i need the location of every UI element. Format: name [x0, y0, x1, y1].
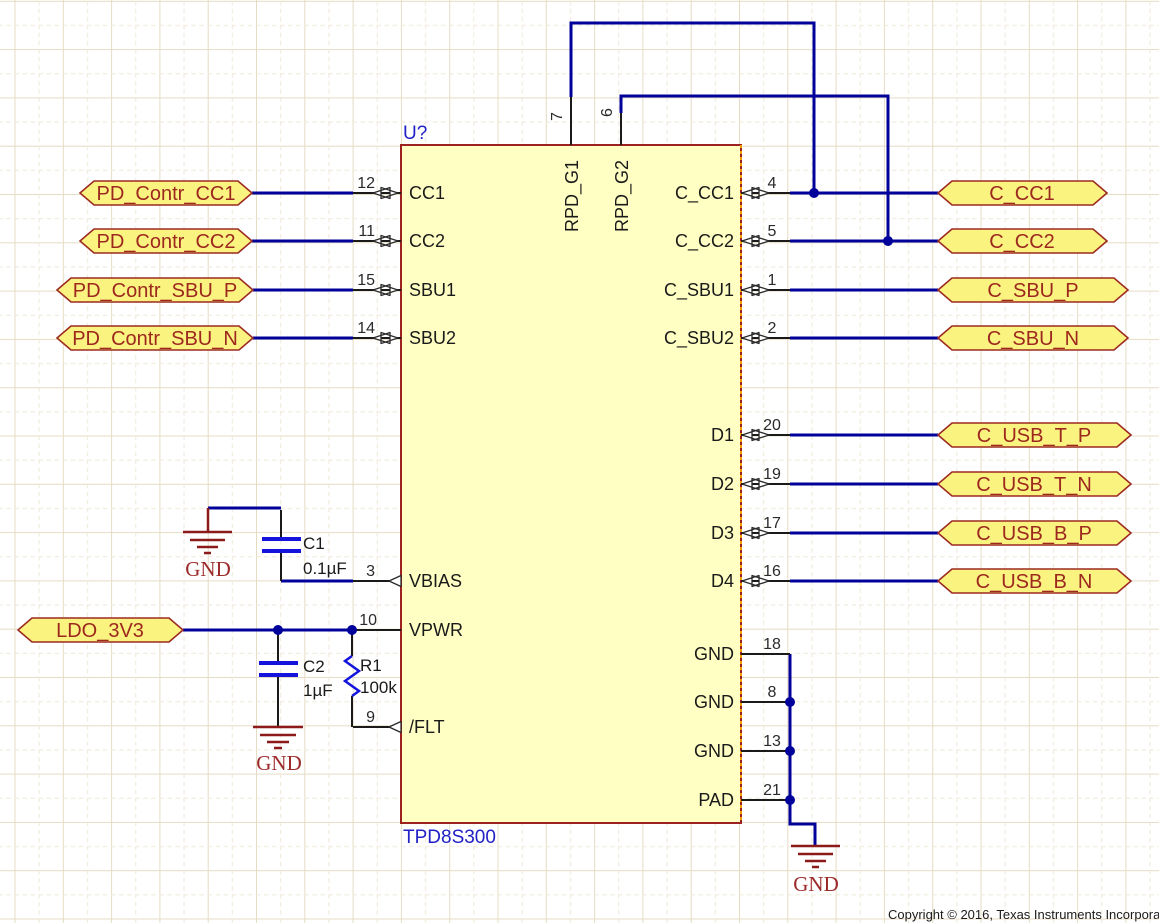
pin-name-label: VBIAS: [409, 571, 462, 591]
pin-number-label: 5: [768, 223, 777, 240]
pin-number-label: 3: [366, 563, 375, 580]
pin-name-label: D4: [711, 571, 734, 591]
copyright-notice: Copyright © 2016, Texas Instruments Inco…: [888, 907, 1159, 922]
pin-number-label: 6: [599, 108, 616, 117]
ground-label: GND: [185, 557, 231, 581]
port-label: C_USB_T_N: [976, 474, 1092, 496]
pin-number-label: 7: [549, 112, 566, 121]
junction-dot: [785, 795, 795, 805]
port-label: C_USB_B_N: [976, 571, 1093, 593]
port-flag-ldo-3v3: LDO_3V3: [18, 618, 183, 642]
ground-label: GND: [793, 872, 839, 896]
component-designator: C1: [303, 534, 325, 553]
port-flag-pd-contr-sbu-n: PD_Contr_SBU_N: [57, 326, 253, 350]
pin-number-label: 21: [763, 782, 781, 799]
pin-number-label: 1: [768, 272, 777, 289]
port-label: C_CC2: [989, 231, 1055, 253]
ic-part-number: TPD8S300: [403, 827, 496, 848]
junction-dot: [785, 697, 795, 707]
component-value: 1µF: [303, 681, 333, 700]
port-label: PD_Contr_CC2: [97, 231, 236, 253]
port-flag-c-sbu-n: C_SBU_N: [938, 326, 1128, 350]
port-flag-pd-contr-cc2: PD_Contr_CC2: [80, 229, 252, 253]
pin-number-label: 10: [359, 612, 377, 629]
port-label: PD_Contr_SBU_P: [73, 280, 238, 302]
gnd-symbol-c2: GND: [253, 727, 303, 775]
pin-name-label: C_CC1: [675, 183, 734, 204]
port-flag-pd-contr-sbu-p: PD_Contr_SBU_P: [57, 278, 253, 302]
port-label: LDO_3V3: [56, 620, 144, 642]
pin-number-label: 18: [763, 636, 781, 653]
pin-name-label: RPD_G1: [562, 160, 583, 232]
component-value: 0.1µF: [303, 559, 347, 578]
port-label: PD_Contr_CC1: [97, 183, 236, 205]
pin-number-label: 17: [763, 515, 781, 532]
port-label: C_SBU_N: [987, 328, 1079, 350]
port-label: C_CC1: [989, 183, 1055, 205]
pin-name-label: VPWR: [409, 620, 463, 640]
pin-number-label: 8: [768, 684, 777, 701]
pin-name-label: C_SBU2: [664, 328, 734, 349]
pin-number-label: 14: [357, 320, 375, 337]
port-label: C_SBU_P: [987, 280, 1078, 302]
port-flag-pd-contr-cc1: PD_Contr_CC1: [80, 181, 252, 205]
junction-dot: [809, 188, 819, 198]
pin-name-label: SBU2: [409, 328, 456, 348]
pin-name-label: C_SBU1: [664, 280, 734, 301]
pin-number-label: 11: [358, 223, 375, 240]
pin-number-label: 4: [768, 175, 777, 192]
pin-name-label: D2: [711, 474, 734, 494]
pin-name-label: GND: [694, 741, 734, 761]
pin-number-label: 19: [763, 466, 781, 483]
pin-name-label: CC2: [409, 231, 445, 251]
component-designator: R1: [360, 656, 382, 675]
pin-number-label: 16: [763, 563, 781, 580]
port-label: C_USB_B_P: [976, 523, 1092, 545]
pin-number-label: 2: [768, 320, 777, 337]
port-flag-c-usb-t-n: C_USB_T_N: [938, 472, 1131, 496]
ic-designator: U?: [403, 123, 427, 144]
pin-name-label: /FLT: [409, 717, 445, 737]
pin-number-label: 15: [357, 272, 375, 289]
schematic-canvas: U? TPD8S300 CC1 12 CC2 11 SBU1 15 SBU2 1…: [0, 0, 1159, 923]
junction-dot: [785, 746, 795, 756]
pin-name-label: RPD_G2: [612, 160, 633, 232]
pin-name-label: D3: [711, 523, 734, 543]
pin-name-label: PAD: [698, 790, 734, 810]
component-value: 100k: [360, 678, 397, 697]
component-designator: C2: [303, 657, 325, 676]
pin-name-label: C_CC2: [675, 231, 734, 252]
port-flag-c-usb-t-p: C_USB_T_P: [938, 423, 1131, 447]
pin-name-label: GND: [694, 644, 734, 664]
pin-name-label: GND: [694, 692, 734, 712]
pin-number-label: 12: [357, 175, 375, 192]
pin-name-label: D1: [711, 425, 734, 445]
ground-label: GND: [256, 751, 302, 775]
port-flag-c-cc2: C_CC2: [938, 229, 1107, 253]
junction-dot: [273, 625, 283, 635]
pin-number-label: 13: [763, 733, 781, 750]
pin-name-label: CC1: [409, 183, 445, 203]
port-flag-c-cc1: C_CC1: [938, 181, 1107, 205]
pin-number-label: 20: [763, 417, 781, 434]
port-label: C_USB_T_P: [977, 425, 1092, 447]
port-flag-c-usb-b-n: C_USB_B_N: [938, 569, 1131, 593]
junction-dot: [883, 236, 893, 246]
port-flag-c-sbu-p: C_SBU_P: [938, 278, 1128, 302]
port-flag-c-usb-b-p: C_USB_B_P: [938, 521, 1131, 545]
pin-number-label: 9: [366, 709, 375, 726]
junction-dot: [347, 625, 357, 635]
port-label: PD_Contr_SBU_N: [72, 328, 238, 350]
pin-name-label: SBU1: [409, 280, 456, 300]
